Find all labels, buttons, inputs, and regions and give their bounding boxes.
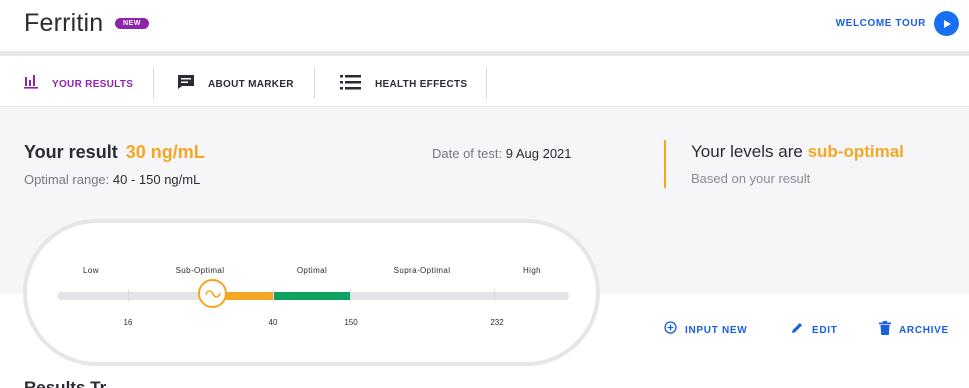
tab-about-marker-label: ABOUT MARKER	[208, 78, 294, 90]
gauge-threshold-label: 232	[490, 318, 504, 327]
gauge-category-low: Low	[83, 266, 99, 275]
input-new-button[interactable]: INPUT NEW	[664, 321, 747, 339]
comment-icon	[177, 74, 195, 95]
welcome-tour-button[interactable]: WELCOME TOUR	[836, 11, 959, 36]
test-date-label: Date of test:	[432, 146, 503, 161]
tab-your-results-label: YOUR RESULTS	[52, 78, 134, 90]
tab-bar: YOUR RESULTS ABOUT MARKER HEALTH EFFECTS	[0, 56, 969, 107]
pencil-icon	[790, 321, 804, 340]
gauge-category-supra-optimal: Supra-Optimal	[393, 266, 451, 275]
levels-subtitle: Based on your result	[691, 171, 811, 186]
optimal-range-value: 40 - 150 ng/mL	[112, 172, 201, 187]
tab-divider	[314, 67, 315, 99]
gauge-fill-optimal	[274, 292, 350, 300]
edit-button[interactable]: EDIT	[790, 321, 838, 340]
levels-prefix: Your levels are	[691, 142, 803, 161]
wave-icon	[204, 289, 221, 298]
welcome-tour-label: WELCOME TOUR	[835, 18, 926, 29]
archive-label: ARCHIVE	[899, 325, 949, 336]
optimal-range: Optimal range: 40 - 150 ng/mL	[24, 172, 200, 187]
page-title: Ferritin	[24, 9, 104, 37]
section-heading: Results Tr	[24, 378, 107, 388]
gauge-category-optimal: Optimal	[296, 266, 328, 275]
optimal-range-label: Optimal range:	[24, 172, 110, 187]
gauge-tick	[128, 289, 129, 302]
levels-title: Your levels are sub-optimal	[691, 142, 904, 162]
levels-status-value: sub-optimal	[807, 142, 904, 161]
levels-status: Your levels are sub-optimal Based on you…	[664, 140, 904, 188]
test-date-value: 9 Aug 2021	[505, 146, 572, 161]
trash-icon	[879, 321, 891, 340]
gauge-tick	[273, 289, 274, 302]
edit-label: EDIT	[812, 325, 838, 336]
current-value-marker	[198, 279, 227, 308]
page-header: Ferritin NEW WELCOME TOUR	[0, 0, 969, 52]
archive-button[interactable]: ARCHIVE	[879, 321, 949, 340]
bar-chart-icon	[24, 74, 39, 94]
new-badge: NEW	[115, 18, 149, 29]
gauge-threshold-label: 16	[123, 318, 133, 327]
list-icon	[340, 74, 362, 95]
result-label: Your result	[24, 142, 118, 162]
gauge-category-sub-optimal: Sub-Optimal	[175, 266, 225, 275]
result-line: Your result 30 ng/mL	[24, 142, 205, 163]
gauge-threshold-label: 40	[268, 318, 278, 327]
plus-circle-icon	[664, 321, 677, 339]
gauge-tick	[350, 289, 351, 302]
range-gauge: Low Sub-Optimal Optimal Supra-Optimal Hi…	[23, 219, 600, 366]
result-value: 30 ng/mL	[125, 142, 205, 162]
tab-your-results[interactable]: YOUR RESULTS	[24, 68, 133, 100]
gauge-category-high: High	[522, 266, 542, 275]
tab-health-effects[interactable]: HEALTH EFFECTS	[340, 68, 467, 100]
tab-health-effects-label: HEALTH EFFECTS	[375, 78, 468, 90]
tab-divider	[486, 67, 487, 99]
play-icon	[934, 11, 959, 36]
gauge-threshold-label: 150	[344, 318, 358, 327]
test-date: Date of test: 9 Aug 2021	[432, 146, 572, 161]
tab-divider	[153, 67, 154, 99]
gauge-tick	[494, 289, 495, 302]
input-new-label: INPUT NEW	[685, 324, 748, 336]
tab-about-marker[interactable]: ABOUT MARKER	[177, 68, 294, 100]
